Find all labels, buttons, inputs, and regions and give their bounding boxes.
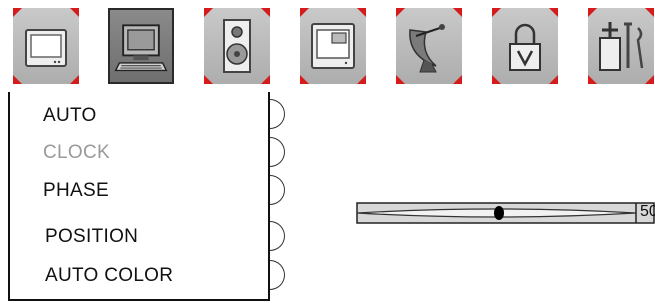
tab-picture-in-picture[interactable]	[300, 8, 366, 84]
slider-knob[interactable]	[494, 206, 504, 220]
menu-tab-auto-color[interactable]	[270, 260, 285, 290]
tab-lock[interactable]	[492, 8, 558, 84]
menu-tab-auto[interactable]	[270, 99, 285, 129]
menu-item-auto-color[interactable]: AUTO COLOR	[45, 265, 173, 287]
phase-slider[interactable]: 50	[356, 201, 655, 224]
tab-tools[interactable]	[588, 8, 654, 84]
computer-icon	[114, 24, 168, 72]
menu-tab-clock	[270, 137, 285, 167]
monitor-icon	[25, 29, 67, 67]
tools-icon	[599, 22, 644, 71]
menu-item-position[interactable]: POSITION	[45, 226, 138, 248]
slider-track[interactable]	[356, 201, 655, 224]
menu-item-auto[interactable]: AUTO	[43, 105, 97, 127]
picture-in-picture-icon	[311, 23, 355, 69]
menu-item-phase[interactable]: PHASE	[43, 180, 109, 202]
satellite-dish-icon	[409, 24, 445, 73]
menu-item-clock: CLOCK	[43, 142, 110, 163]
menu-tab-position[interactable]	[270, 221, 285, 251]
lock-icon	[509, 23, 541, 71]
adjustment-menu: AUTO CLOCK PHASE POSITION AUTO COLOR	[8, 92, 270, 301]
tab-satellite[interactable]	[396, 8, 462, 84]
speaker-icon	[223, 19, 251, 73]
osd-toolbar	[0, 0, 655, 92]
menu-tab-phase[interactable]	[270, 175, 285, 205]
tab-computer[interactable]	[108, 8, 174, 84]
slider-value: 50	[640, 203, 655, 220]
tab-speaker[interactable]	[204, 8, 270, 84]
tab-monitor[interactable]	[13, 8, 79, 84]
